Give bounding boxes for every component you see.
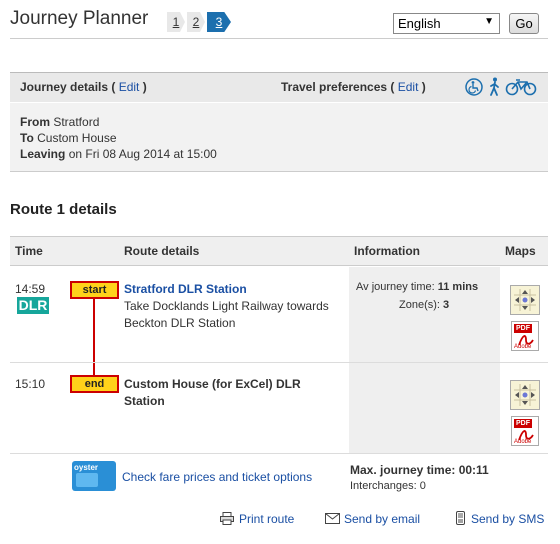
from-row: From Stratford: [20, 115, 100, 129]
information-column: [349, 267, 500, 453]
journey-edit-link[interactable]: Edit: [119, 80, 140, 94]
step-3-current[interactable]: 3: [207, 12, 231, 32]
max-journey-time: Max. journey time: 00:11: [350, 463, 489, 477]
send-email-link[interactable]: Send by email: [344, 512, 420, 526]
destination-station: Custom House (for ExCel) DLR Station: [124, 377, 301, 408]
journey-time: Av journey time: 11 mins: [356, 281, 479, 293]
chevron-down-icon: ▼: [484, 16, 494, 27]
header-divider: [10, 38, 548, 39]
phone-icon: [456, 511, 465, 528]
email-icon: [325, 513, 340, 527]
start-badge: start: [70, 281, 119, 299]
column-time: Time: [15, 244, 43, 258]
end-badge: end: [70, 375, 119, 393]
leg-instruction: Take Docklands Light Railway towards Bec…: [124, 299, 329, 330]
travel-preferences-label: Travel preferences ( Edit ): [281, 80, 426, 94]
print-icon: [220, 512, 234, 528]
pdf-icon[interactable]: PDF Adobe: [511, 321, 539, 351]
print-route-link[interactable]: Print route: [239, 512, 294, 526]
column-route-details: Route details: [124, 244, 200, 258]
go-button[interactable]: Go: [509, 13, 539, 34]
step-2-link[interactable]: 2: [187, 12, 205, 32]
map-icon[interactable]: [510, 285, 540, 315]
leg-time: 15:10: [15, 377, 46, 391]
wheelchair-icon: [465, 78, 483, 99]
fare-divider: [10, 453, 548, 454]
fare-prices-link[interactable]: Check fare prices and ticket options: [122, 470, 312, 484]
leaving-value: on Fri 08 Aug 2014 at 15:00: [68, 147, 217, 161]
column-information: Information: [354, 244, 420, 258]
interchanges: Interchanges: 0: [350, 480, 426, 492]
route-line: [93, 298, 95, 376]
send-sms-link[interactable]: Send by SMS: [471, 512, 544, 526]
preferences-edit-link[interactable]: Edit: [398, 80, 419, 94]
journey-details-label: Journey details ( Edit ): [20, 80, 147, 94]
step-1-link[interactable]: 1: [167, 12, 185, 32]
to-value: Custom House: [37, 131, 117, 145]
column-maps: Maps: [505, 244, 536, 258]
bicycle-icon: [505, 78, 537, 99]
language-select[interactable]: English ▼: [393, 13, 500, 34]
leg-time: 14:59: [15, 282, 46, 296]
pdf-icon[interactable]: PDF Adobe: [511, 416, 539, 446]
route-table-header: [10, 236, 548, 266]
language-selected-value: English: [398, 16, 441, 31]
station-link[interactable]: Stratford DLR Station: [124, 282, 247, 296]
oyster-card-icon: oyster: [72, 461, 116, 491]
leg-divider: [10, 362, 548, 363]
dlr-mode-icon: DLR: [17, 297, 49, 314]
from-value: Stratford: [53, 115, 100, 129]
to-row: To Custom House: [20, 131, 117, 145]
map-icon[interactable]: [510, 380, 540, 410]
leaving-row: Leaving on Fri 08 Aug 2014 at 15:00: [20, 147, 217, 161]
route-title: Route 1 details: [10, 201, 117, 218]
zones: Zone(s): 3: [399, 299, 450, 311]
page-title: Journey Planner: [10, 8, 149, 29]
walking-icon: [489, 77, 501, 100]
